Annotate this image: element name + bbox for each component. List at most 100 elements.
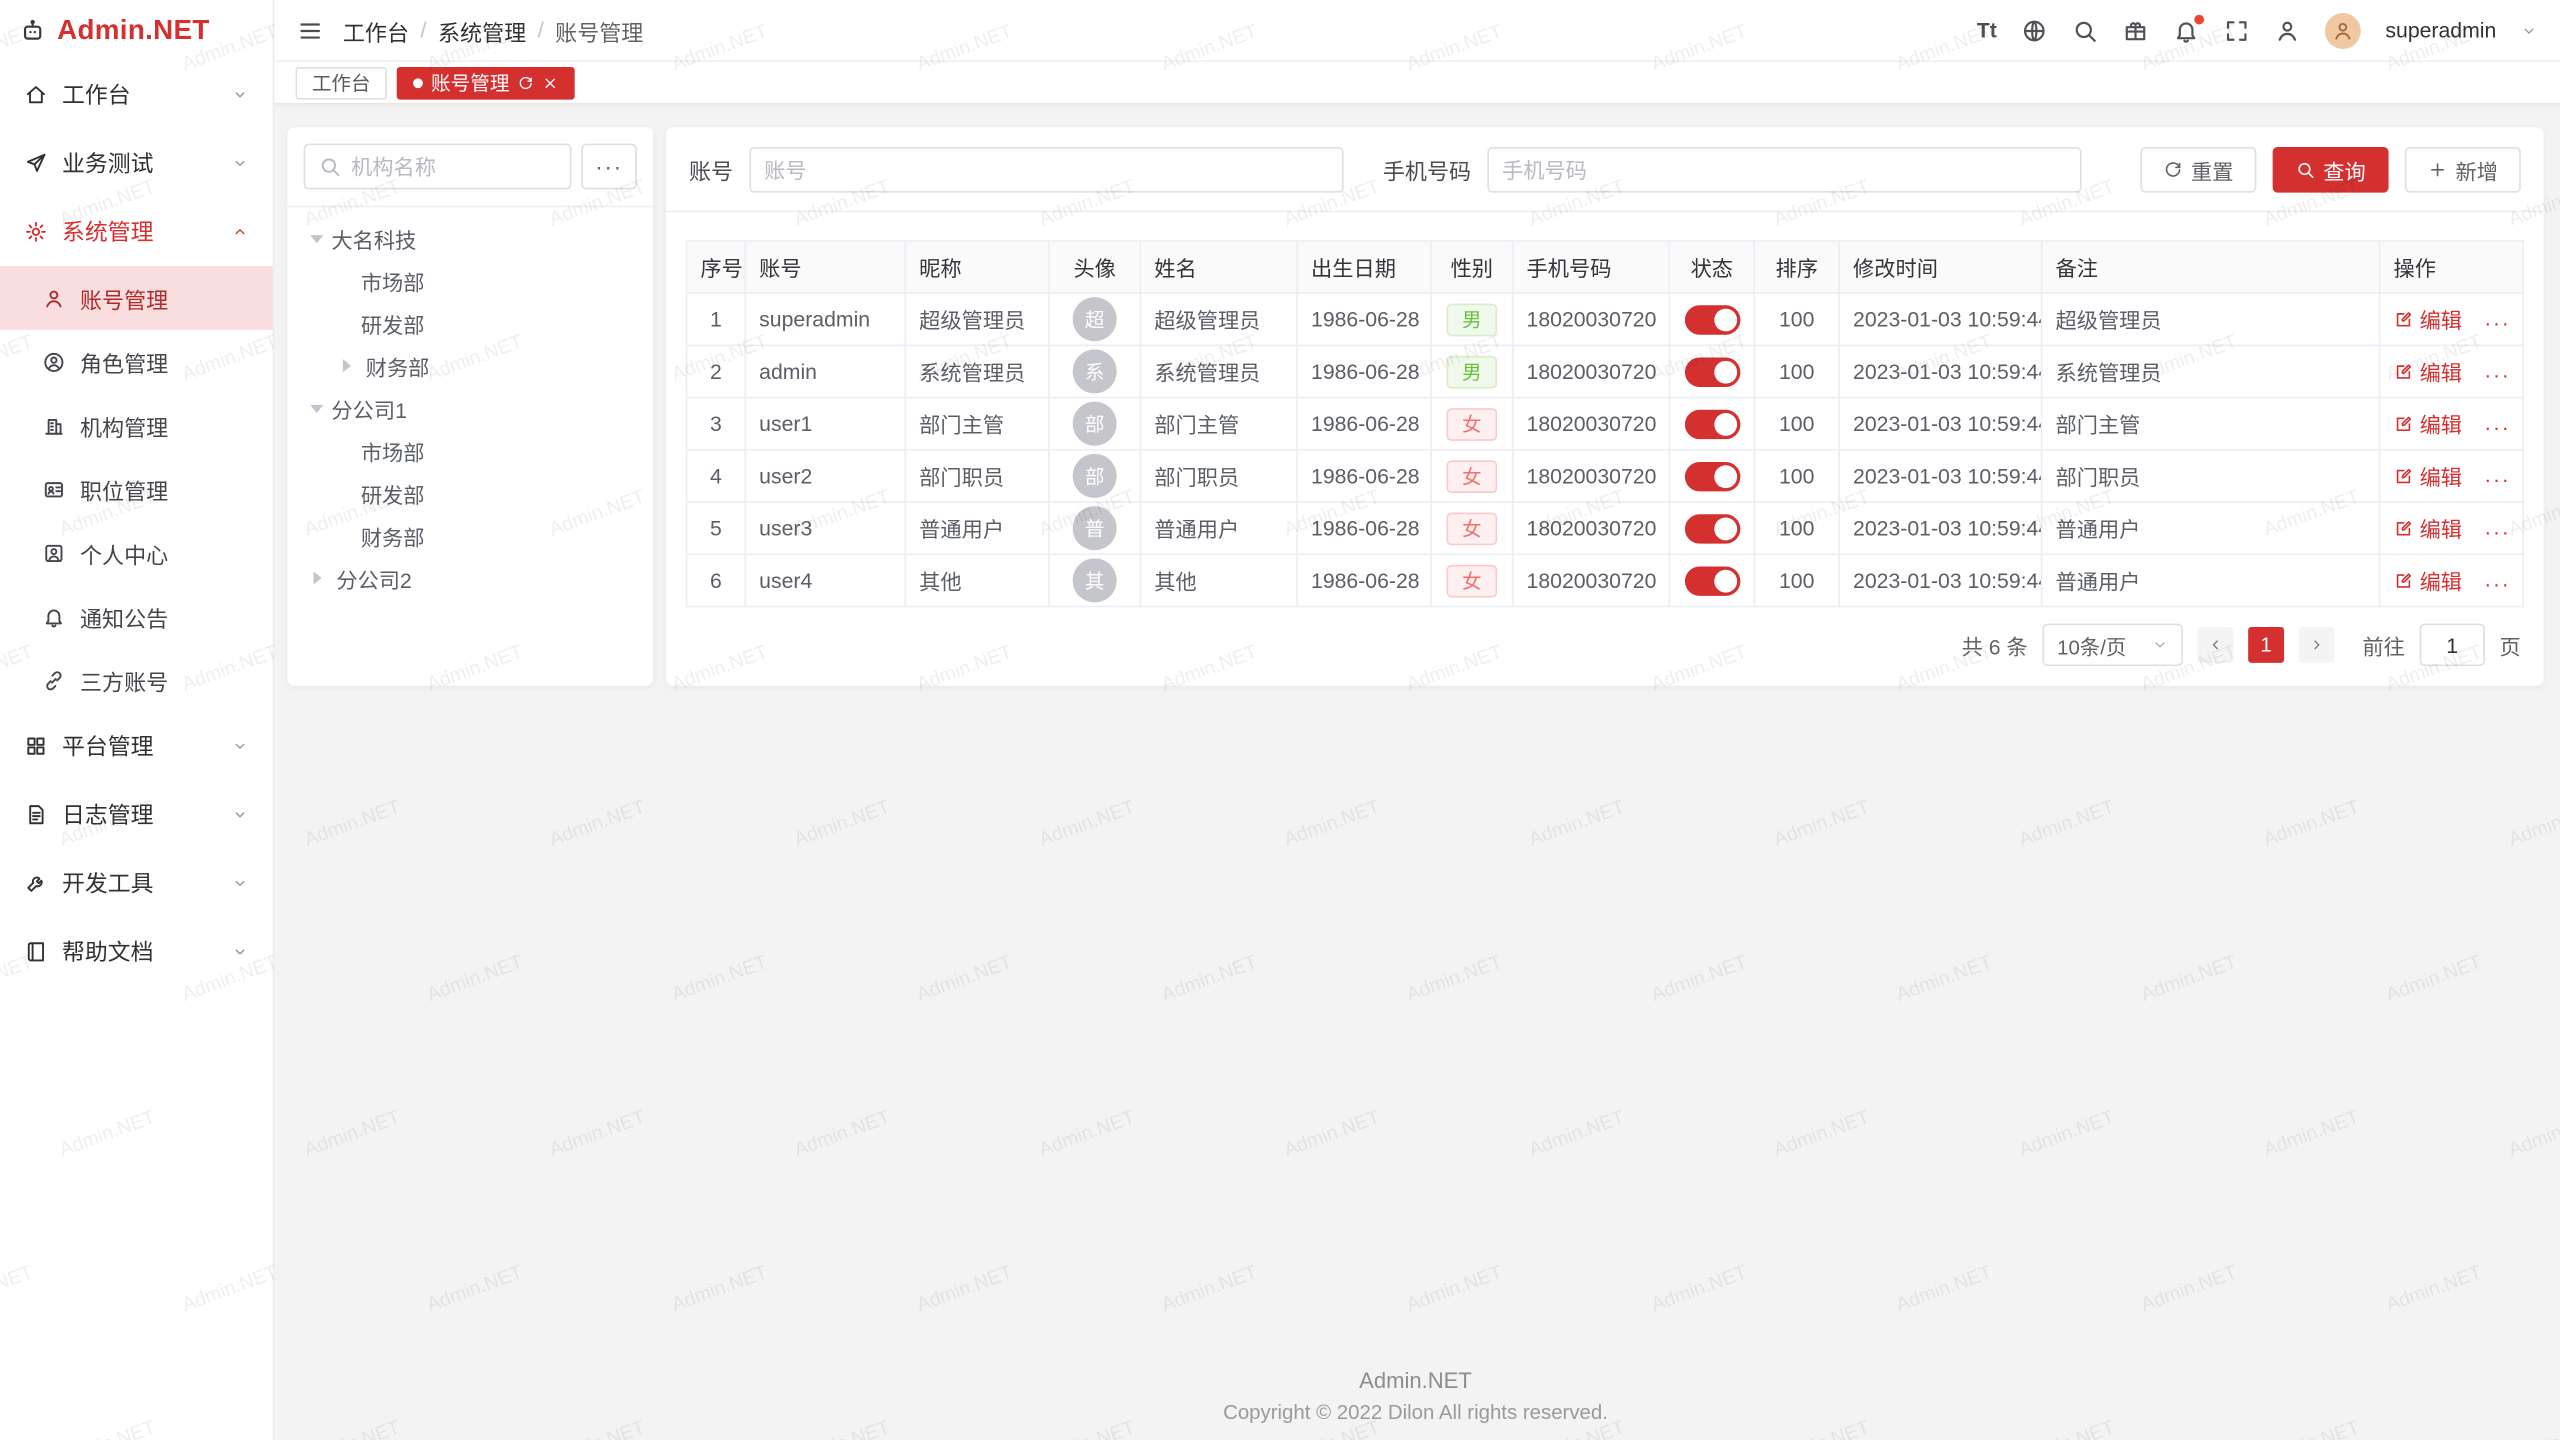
edit-button[interactable]: 编辑 (2393, 304, 2462, 335)
tree-node-dept[interactable]: 财务部 (304, 344, 637, 386)
cell-order: 100 (1754, 502, 1839, 554)
tree-node-dept[interactable]: 财务部 (304, 514, 637, 556)
refresh-icon[interactable] (518, 74, 534, 90)
edit-button[interactable]: 编辑 (2393, 565, 2462, 596)
gender-tag: 男 (1447, 303, 1496, 336)
caret-right-icon[interactable] (343, 359, 358, 372)
col-header: 性别 (1431, 241, 1513, 293)
cell-birth: 1986-06-28 (1297, 293, 1431, 345)
row-more-button[interactable]: ··· (2484, 466, 2510, 490)
tab-label: 账号管理 (431, 69, 509, 97)
cell-account: superadmin (745, 293, 905, 345)
row-more-button[interactable]: ··· (2484, 309, 2510, 333)
tab-account-active[interactable]: 账号管理 (397, 66, 575, 99)
row-more-button[interactable]: ··· (2484, 571, 2510, 595)
tree-node-company[interactable]: 大名科技 (304, 217, 637, 259)
row-more-button[interactable]: ··· (2484, 362, 2510, 386)
next-page-button[interactable] (2299, 627, 2335, 663)
cell-order: 100 (1754, 554, 1839, 606)
phone-filter-input[interactable] (1502, 158, 2067, 182)
status-toggle[interactable] (1684, 409, 1740, 438)
caret-right-icon[interactable] (313, 571, 328, 584)
sidebar-item-system[interactable]: 系统管理 (0, 198, 273, 267)
status-toggle[interactable] (1684, 304, 1740, 333)
tree-node-company[interactable]: 分公司1 (304, 387, 637, 429)
fullscreen-icon[interactable] (2224, 17, 2250, 43)
tab-workbench[interactable]: 工作台 (296, 66, 387, 99)
chevron-down-icon (232, 87, 248, 103)
edit-button[interactable]: 编辑 (2393, 408, 2462, 439)
chevron-down-icon (232, 738, 248, 754)
sidebar-item-label: 帮助文档 (62, 936, 153, 969)
breadcrumb-item[interactable]: 系统管理 (438, 14, 526, 47)
breadcrumb-item[interactable]: 工作台 (343, 14, 409, 47)
cell-remark: 部门职员 (2042, 450, 2380, 502)
edit-icon (2393, 571, 2413, 591)
col-header: 手机号码 (1513, 241, 1670, 293)
breadcrumb-separator: / (538, 18, 544, 42)
goto-page-input[interactable] (2420, 624, 2485, 666)
sidebar-item-business-test[interactable]: 业务测试 (0, 129, 273, 198)
sidebar-subitem-account[interactable]: 账号管理 (0, 266, 273, 330)
org-more-button[interactable]: ··· (581, 144, 637, 190)
cell-order: 100 (1754, 345, 1839, 397)
prev-page-button[interactable] (2197, 627, 2233, 663)
chevron-down-icon[interactable] (2521, 22, 2537, 38)
font-size-icon[interactable]: Tt (1977, 18, 1997, 42)
sidebar-item-platform[interactable]: 平台管理 (0, 712, 273, 781)
sidebar-item-workbench[interactable]: 工作台 (0, 60, 273, 129)
language-icon[interactable] (2021, 17, 2047, 43)
edit-button[interactable]: 编辑 (2393, 356, 2462, 387)
tree-node-dept[interactable]: 研发部 (304, 302, 637, 344)
row-more-button[interactable]: ··· (2484, 518, 2510, 542)
page-number-button[interactable]: 1 (2248, 627, 2284, 663)
status-toggle[interactable] (1684, 357, 1740, 386)
close-icon[interactable] (542, 74, 558, 90)
sidebar-item-devtools[interactable]: 开发工具 (0, 849, 273, 918)
cell-index: 6 (687, 554, 746, 606)
avatar[interactable] (2325, 12, 2361, 48)
status-toggle[interactable] (1684, 566, 1740, 595)
tree-node-company[interactable]: 分公司2 (304, 557, 637, 599)
menu-toggle-icon[interactable] (297, 17, 323, 43)
add-button[interactable]: 新增 (2405, 147, 2521, 193)
phone-filter-label: 手机号码 (1383, 153, 1471, 186)
sidebar-subitem-org[interactable]: 机构管理 (0, 393, 273, 457)
sidebar-subitem-role[interactable]: 角色管理 (0, 330, 273, 394)
caret-down-icon[interactable] (310, 234, 323, 249)
sidebar-subitem-thirdparty[interactable]: 三方账号 (0, 648, 273, 712)
cell-avatar: 部 (1049, 450, 1140, 502)
tree-node-dept[interactable]: 研发部 (304, 472, 637, 514)
cell-account: user4 (745, 554, 905, 606)
sidebar-item-logs[interactable]: 日志管理 (0, 780, 273, 849)
user-center-icon[interactable] (2274, 17, 2300, 43)
bell-icon[interactable] (2173, 17, 2199, 43)
table-row: 3 user1 部门主管 部 部门主管 1986-06-28 女 1802003… (687, 398, 2524, 450)
sidebar-item-label: 开发工具 (62, 867, 153, 900)
search-icon[interactable] (2072, 17, 2098, 43)
search-button-label: 查询 (2323, 154, 2365, 185)
cell-birth: 1986-06-28 (1297, 450, 1431, 502)
cell-actions: 编辑 ··· (2380, 554, 2524, 606)
caret-down-icon[interactable] (310, 404, 323, 419)
sidebar-item-docs[interactable]: 帮助文档 (0, 918, 273, 987)
sidebar-subitem-notice[interactable]: 通知公告 (0, 584, 273, 648)
sidebar-subitem-profile[interactable]: 个人中心 (0, 521, 273, 585)
pagination-total: 共 6 条 (1962, 629, 2028, 660)
tree-node-dept[interactable]: 市场部 (304, 429, 637, 471)
page-size-select[interactable]: 10条/页 (2042, 624, 2182, 666)
tree-node-dept[interactable]: 市场部 (304, 260, 637, 302)
username[interactable]: superadmin (2385, 18, 2496, 42)
edit-button[interactable]: 编辑 (2393, 513, 2462, 544)
account-filter-input[interactable] (764, 158, 1329, 182)
search-button[interactable]: 查询 (2273, 147, 2389, 193)
edit-button[interactable]: 编辑 (2393, 460, 2462, 491)
org-search-input[interactable] (351, 154, 557, 178)
table-header-row: 序号 账号 昵称 头像 姓名 出生日期 性别 手机号码 状态 排序 (687, 241, 2524, 293)
status-toggle[interactable] (1684, 461, 1740, 490)
reset-button[interactable]: 重置 (2140, 147, 2256, 193)
status-toggle[interactable] (1684, 513, 1740, 542)
sidebar-subitem-position[interactable]: 职位管理 (0, 457, 273, 521)
row-more-button[interactable]: ··· (2484, 414, 2510, 438)
gift-icon[interactable] (2123, 17, 2149, 43)
